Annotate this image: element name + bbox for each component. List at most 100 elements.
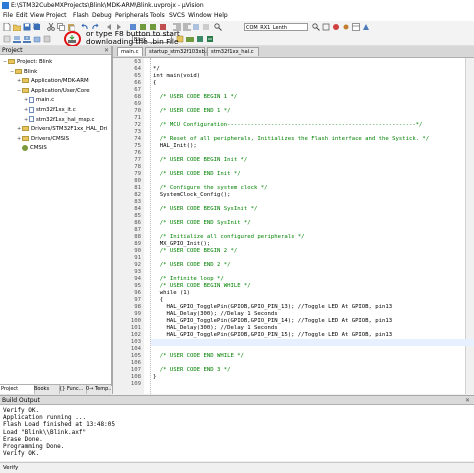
build-icon[interactable] [13, 35, 21, 43]
manage-project-icon[interactable] [186, 35, 194, 43]
tree-item[interactable]: − Project: Blink [3, 58, 52, 67]
code-line[interactable]: /* USER CODE END 1 */ [153, 108, 231, 115]
code-line[interactable]: } [153, 374, 156, 381]
tree-item[interactable]: + stm32f1xx_it.c [24, 106, 76, 115]
menu-edit[interactable]: Edit [16, 11, 28, 21]
code-line[interactable]: /* USER CODE BEGIN Init */ [153, 157, 248, 164]
code-line[interactable]: HAL_GPIO_TogglePin(GPIOB,GPIO_PIN_14); /… [153, 318, 392, 325]
menu-window[interactable]: Window [188, 11, 212, 21]
tab-functions[interactable]: {} Func... [58, 385, 87, 394]
menu-svcs[interactable]: SVCS [169, 11, 185, 21]
editor-tab-hal[interactable]: stm32f1xx_hal.c [207, 47, 259, 56]
find-icon[interactable] [214, 23, 222, 31]
code-line[interactable]: int main(void) [153, 73, 200, 80]
project-pane-title: Project [2, 47, 23, 54]
code-line[interactable]: HAL_GPIO_TogglePin(GPIOB,GPIO_PIN_13); /… [153, 304, 392, 311]
code-line[interactable]: /* USER CODE BEGIN WHILE */ [153, 283, 251, 290]
line-number: 90 [134, 248, 141, 254]
search-combo[interactable]: COM_RX1_Lenth [244, 23, 308, 31]
manage-packs-icon[interactable] [196, 35, 204, 43]
menu-debug[interactable]: Debug [92, 11, 112, 21]
line-number: 63 [134, 59, 141, 65]
incremental-find-icon[interactable] [322, 23, 330, 31]
code-line[interactable]: /* USER CODE BEGIN SysInit */ [153, 206, 258, 213]
save-icon[interactable] [23, 23, 31, 31]
menu-help[interactable]: Help [214, 11, 228, 21]
translate-icon[interactable] [3, 35, 11, 43]
tree-item[interactable]: − Application/User/Core [17, 87, 90, 96]
fold-margin [144, 58, 151, 394]
unindent-icon[interactable] [183, 23, 191, 31]
code-line[interactable]: HAL_GPIO_TogglePin(GPIOB,GPIO_PIN_15); /… [153, 332, 392, 339]
code-line[interactable]: MX_GPIO_Init(); [153, 241, 211, 248]
open-folder-icon[interactable] [13, 23, 21, 31]
editor-tab-startup[interactable]: startup_stm32f103xb.s [145, 47, 209, 56]
line-number: 84 [134, 206, 141, 212]
line-number: 106 [130, 360, 141, 366]
code-line[interactable]: HAL_Init(); [153, 143, 197, 150]
folder-icon [8, 59, 15, 64]
component-icon [22, 144, 28, 151]
code-line[interactable]: /* Infinite loop */ [153, 276, 224, 283]
close-icon[interactable]: ✕ [104, 46, 109, 55]
rebuild-icon[interactable] [23, 35, 31, 43]
window-title: E:\STM32CubeMXProjects\Blink\MDK-ARM\Bli… [11, 2, 204, 9]
code-line[interactable]: { [153, 80, 156, 87]
code-line[interactable]: /* Reset of all peripherals, Initializes… [153, 136, 429, 143]
line-number: 95 [134, 283, 141, 289]
code-line[interactable]: HAL_Delay(300); //Delay 1 Seconds [153, 325, 277, 332]
tree-item[interactable]: + Drivers/CMSIS [17, 135, 69, 144]
code-line[interactable]: /* MCU Configuration--------------------… [153, 122, 423, 129]
line-number: 83 [134, 199, 141, 205]
cut-icon[interactable] [47, 23, 55, 31]
code-line[interactable]: */ [153, 66, 160, 73]
code-line[interactable]: /* USER CODE BEGIN 2 */ [153, 248, 237, 255]
window-layout-icon[interactable] [352, 23, 360, 31]
stop-build-icon[interactable] [43, 35, 51, 43]
close-icon[interactable]: ✕ [465, 396, 470, 405]
paste-icon[interactable] [67, 23, 75, 31]
code-line[interactable]: /* USER CODE END Init */ [153, 171, 241, 178]
new-file-icon[interactable] [3, 23, 11, 31]
editor-tab-main-c[interactable]: main.c [117, 47, 143, 56]
uncomment-icon[interactable] [203, 23, 211, 31]
code-line[interactable]: SystemClock_Config(); [153, 192, 231, 199]
menu-file[interactable]: File [3, 11, 13, 21]
menu-view[interactable]: View [30, 11, 44, 21]
menu-tools[interactable]: Tools [150, 11, 165, 21]
config-icon[interactable] [362, 23, 370, 31]
code-line[interactable]: /* USER CODE END 2 */ [153, 262, 231, 269]
breakpoint-icon[interactable] [342, 23, 350, 31]
menu-peripherals[interactable]: Peripherals [115, 11, 148, 21]
tree-item[interactable]: + stm32f1xx_hal_msp.c [24, 116, 95, 125]
tab-project[interactable]: Project [0, 385, 35, 394]
copy-icon[interactable] [57, 23, 65, 31]
tab-templates[interactable]: 0→ Temp... [85, 385, 114, 394]
tree-item[interactable]: + Drivers/STM32F1xx_HAL_Dri [17, 125, 107, 134]
code-line[interactable]: /* USER CODE END WHILE */ [153, 353, 244, 360]
tree-item[interactable]: + Application/MDK-ARM [17, 77, 89, 86]
line-number: 65 [134, 73, 141, 79]
batch-build-icon[interactable] [33, 35, 41, 43]
tree-item[interactable]: CMSIS [17, 144, 47, 153]
tree-item[interactable]: + main.c [24, 96, 54, 105]
code-line[interactable]: /* USER CODE END SysInit */ [153, 220, 251, 227]
menu-project[interactable]: Project [46, 11, 67, 21]
run-time-env-icon[interactable] [206, 35, 214, 43]
code-line[interactable]: HAL_Delay(300); //Delay 1 Seconds [153, 311, 277, 318]
annotation-text: or type F8 button to start downloading t… [86, 30, 180, 46]
tree-item[interactable]: − Blink [10, 68, 37, 77]
code-line[interactable]: /* USER CODE END 3 */ [153, 367, 231, 374]
find-in-files-icon[interactable] [312, 23, 320, 31]
tab-books[interactable]: Books [33, 385, 60, 394]
tree-item-label: Application/User/Core [31, 87, 90, 94]
save-all-icon[interactable] [33, 23, 41, 31]
code-line[interactable]: { [153, 297, 163, 304]
code-line[interactable]: /* Initialize all configured peripherals… [153, 234, 305, 241]
debug-start-icon[interactable] [332, 23, 340, 31]
code-line[interactable]: /* Configure the system clock */ [153, 185, 268, 192]
comment-icon[interactable] [193, 23, 201, 31]
code-line[interactable]: /* USER CODE BEGIN 1 */ [153, 94, 237, 101]
code-line[interactable]: while (1) [153, 290, 190, 297]
menu-flash[interactable]: Flash [73, 11, 89, 21]
